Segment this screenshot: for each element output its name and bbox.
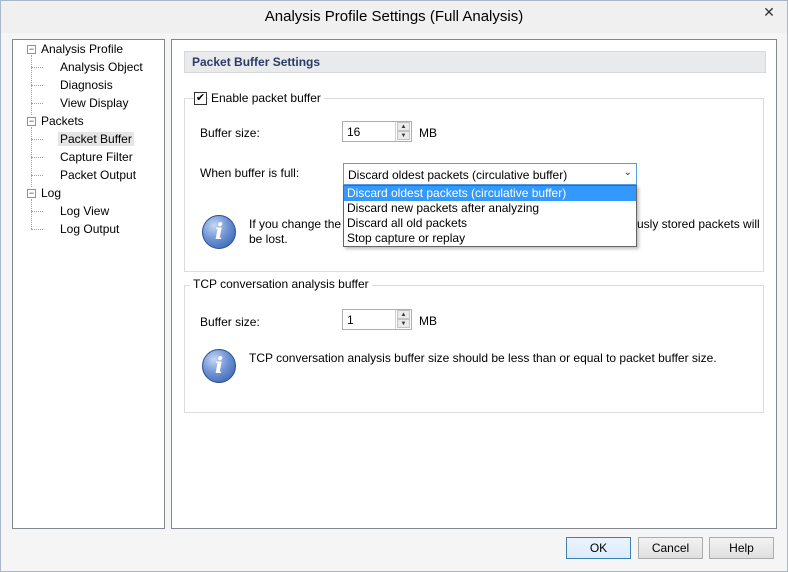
buffer-size-spinner[interactable]: 16 ▲ ▼: [342, 121, 412, 142]
spinner-buttons: ▲ ▼: [395, 310, 411, 329]
tree-connector: [31, 139, 43, 140]
spin-up-icon[interactable]: ▲: [397, 122, 410, 131]
help-button[interactable]: Help: [709, 537, 774, 559]
dropdown-option[interactable]: Discard new packets after analyzing: [344, 201, 636, 216]
enable-packet-buffer-checkbox[interactable]: ✔: [194, 92, 207, 105]
when-full-selected: Discard oldest packets (circulative buff…: [348, 168, 568, 182]
tree-connector: [31, 67, 43, 68]
tree-item-label: Log Output: [60, 222, 120, 236]
tree-item-diagnosis[interactable]: Diagnosis: [60, 76, 113, 94]
section-title: Packet Buffer Settings: [192, 55, 321, 69]
dropdown-option[interactable]: Discard oldest packets (circulative buff…: [344, 186, 636, 201]
tcp-buffer-size-label: Buffer size:: [200, 315, 260, 329]
tree-item-label: Analysis Profile: [41, 42, 124, 56]
tcp-group-title: TCP conversation analysis buffer: [190, 277, 372, 291]
ok-button[interactable]: OK: [566, 537, 631, 559]
tree-connector: [31, 175, 43, 176]
tree-item-view-display[interactable]: View Display: [60, 94, 128, 112]
when-full-combobox[interactable]: Discard oldest packets (circulative buff…: [343, 163, 637, 185]
tree-item-label: Log: [41, 186, 62, 200]
packet-buffer-info-a: If you change the: [249, 217, 342, 231]
tcp-buffer-size-unit: MB: [419, 314, 437, 328]
enable-packet-buffer-label[interactable]: Enable packet buffer: [208, 91, 324, 105]
title-bar: Analysis Profile Settings (Full Analysis…: [1, 1, 787, 33]
tree-connector: [31, 199, 32, 229]
buffer-size-label: Buffer size:: [200, 126, 260, 140]
spin-down-icon[interactable]: ▼: [397, 319, 410, 328]
settings-tree: − Analysis Profile Analysis Object Diagn…: [12, 39, 165, 529]
packet-buffer-info-b: usly stored packets will: [637, 217, 760, 231]
tcp-info-text: TCP conversation analysis buffer size sh…: [249, 351, 717, 365]
dropdown-option[interactable]: Discard all old packets: [344, 216, 636, 231]
tcp-buffer-size-value[interactable]: 1: [347, 313, 354, 327]
tree-item-log-output[interactable]: Log Output: [60, 220, 119, 238]
tree-item-packet-output[interactable]: Packet Output: [60, 166, 136, 184]
tree-item-log[interactable]: Log: [41, 184, 61, 202]
tcp-buffer-size-spinner[interactable]: 1 ▲ ▼: [342, 309, 412, 330]
collapse-icon[interactable]: −: [27, 117, 36, 126]
tree-item-capture-filter[interactable]: Capture Filter: [60, 148, 133, 166]
tree-item-analysis-profile[interactable]: Analysis Profile: [41, 40, 123, 58]
info-icon: i: [202, 215, 236, 249]
tree-item-packet-buffer[interactable]: Packet Buffer: [58, 130, 134, 148]
tree-item-label: Log View: [60, 204, 110, 218]
tree-item-label: Analysis Object: [60, 60, 143, 74]
tree-item-label: View Display: [60, 96, 129, 110]
info-icon: i: [202, 349, 236, 383]
tree-connector: [31, 157, 43, 158]
when-full-label: When buffer is full:: [200, 166, 300, 180]
buffer-size-value[interactable]: 16: [347, 125, 360, 139]
when-full-dropdown-list: Discard oldest packets (circulative buff…: [343, 185, 637, 247]
packet-buffer-info-c: be lost.: [249, 232, 288, 246]
cancel-button[interactable]: Cancel: [638, 537, 703, 559]
tree-connector: [31, 85, 43, 86]
tree-item-packets[interactable]: Packets: [41, 112, 84, 130]
tree-item-label: Packet Buffer: [58, 132, 134, 146]
tree-connector: [31, 103, 43, 104]
dialog-window: Analysis Profile Settings (Full Analysis…: [0, 0, 788, 572]
collapse-icon[interactable]: −: [27, 189, 36, 198]
tree-item-log-view[interactable]: Log View: [60, 202, 109, 220]
tree-item-label: Diagnosis: [60, 78, 113, 92]
spin-up-icon[interactable]: ▲: [397, 310, 410, 319]
tree-item-analysis-object[interactable]: Analysis Object: [60, 58, 143, 76]
tree-connector: [31, 229, 43, 230]
tree-connector: [31, 211, 43, 212]
spinner-buttons: ▲ ▼: [395, 122, 411, 141]
tree-item-label: Packet Output: [60, 168, 137, 182]
settings-panel: Packet Buffer Settings ✔ Enable packet b…: [171, 39, 777, 529]
tree-item-label: Packets: [41, 114, 84, 128]
tree-item-label: Capture Filter: [60, 150, 133, 164]
window-title: Analysis Profile Settings (Full Analysis…: [264, 8, 524, 25]
chevron-down-icon[interactable]: ⌄: [624, 167, 632, 178]
tcp-buffer-group: [184, 285, 764, 413]
dropdown-option[interactable]: Stop capture or replay: [344, 231, 636, 246]
buffer-size-unit: MB: [419, 126, 437, 140]
spin-down-icon[interactable]: ▼: [397, 131, 410, 140]
close-icon[interactable]: ✕: [757, 2, 781, 22]
section-header: Packet Buffer Settings: [184, 51, 766, 73]
collapse-icon[interactable]: −: [27, 45, 36, 54]
